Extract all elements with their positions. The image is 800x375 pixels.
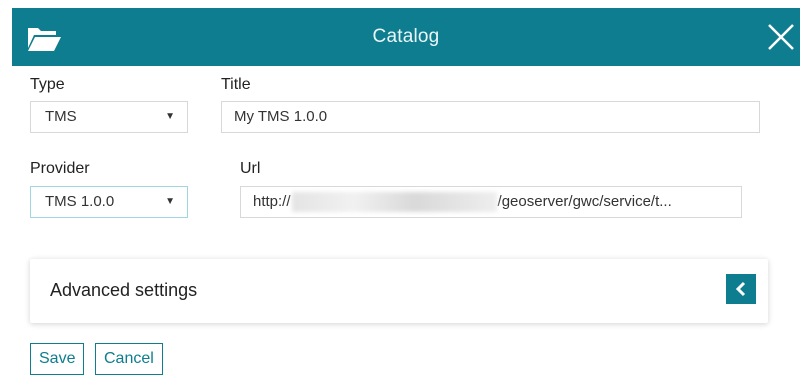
type-select[interactable]: TMS ▼	[30, 101, 188, 133]
dialog-title: Catalog	[372, 26, 440, 47]
catalog-header: Catalog	[12, 8, 800, 66]
chevron-left-icon	[735, 281, 746, 297]
title-input[interactable]: My TMS 1.0.0	[221, 101, 760, 133]
redacted-host	[291, 192, 497, 213]
save-button[interactable]: Save	[30, 343, 85, 375]
type-select-value: TMS	[45, 108, 77, 125]
provider-label: Provider	[30, 160, 90, 177]
type-label: Type	[30, 76, 65, 93]
provider-select-value: TMS 1.0.0	[45, 193, 115, 210]
title-label: Title	[221, 76, 251, 93]
url-value-end: /geoserver/gwc/service/t...	[497, 193, 672, 210]
advanced-settings-title: Advanced settings	[50, 280, 198, 300]
provider-select[interactable]: TMS 1.0.0 ▼	[30, 186, 188, 218]
advanced-settings-panel: Advanced settings	[30, 259, 768, 323]
close-icon[interactable]	[764, 20, 798, 54]
cancel-button[interactable]: Cancel	[95, 343, 163, 375]
advanced-settings-toggle[interactable]	[726, 274, 756, 304]
caret-down-icon: ▼	[165, 196, 175, 207]
url-label: Url	[240, 160, 261, 177]
url-input[interactable]: http:// /geoserver/gwc/service/t...	[240, 186, 742, 218]
url-value-start: http://	[253, 193, 291, 210]
caret-down-icon: ▼	[165, 111, 175, 122]
